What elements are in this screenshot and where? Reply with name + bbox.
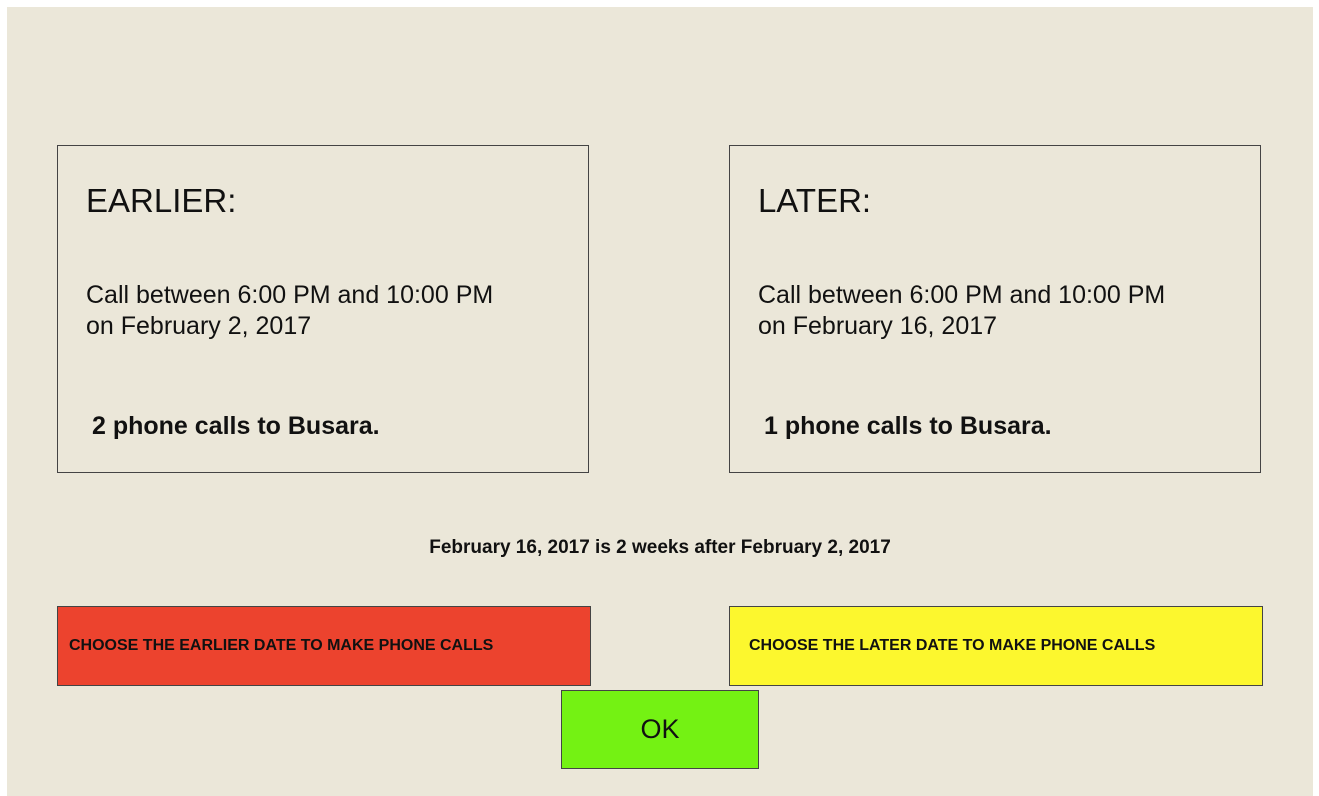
earlier-time-window: Call between 6:00 PM and 10:00 PM on Feb… — [86, 280, 493, 342]
ok-label: OK — [640, 714, 680, 744]
earlier-time-line-2: on February 2, 2017 — [86, 312, 312, 340]
earlier-option-box: EARLIER: Call between 6:00 PM and 10:00 … — [57, 145, 589, 473]
choose-earlier-label: CHOOSE THE EARLIER DATE TO MAKE PHONE CA… — [69, 637, 494, 654]
later-option-box: LATER: Call between 6:00 PM and 10:00 PM… — [729, 145, 1261, 473]
later-time-window: Call between 6:00 PM and 10:00 PM on Feb… — [758, 280, 1165, 342]
earlier-time-line-1: Call between 6:00 PM and 10:00 PM — [86, 281, 494, 309]
choice-screen: EARLIER: Call between 6:00 PM and 10:00 … — [7, 7, 1313, 796]
earlier-calls-count: 2 phone calls to Busara. — [92, 412, 380, 440]
choose-later-button[interactable]: CHOOSE THE LATER DATE TO MAKE PHONE CALL… — [729, 606, 1263, 686]
later-calls-count: 1 phone calls to Busara. — [764, 412, 1052, 440]
later-time-line-2: on February 16, 2017 — [758, 312, 998, 340]
ok-button[interactable]: OK — [561, 690, 759, 769]
later-time-line-1: Call between 6:00 PM and 10:00 PM — [758, 281, 1166, 309]
later-heading: LATER: — [758, 182, 872, 219]
date-comparison-text: February 16, 2017 is 2 weeks after Febru… — [429, 537, 891, 558]
choose-later-label: CHOOSE THE LATER DATE TO MAKE PHONE CALL… — [749, 637, 1156, 654]
choose-earlier-button[interactable]: CHOOSE THE EARLIER DATE TO MAKE PHONE CA… — [57, 606, 591, 686]
earlier-heading: EARLIER: — [86, 182, 237, 219]
